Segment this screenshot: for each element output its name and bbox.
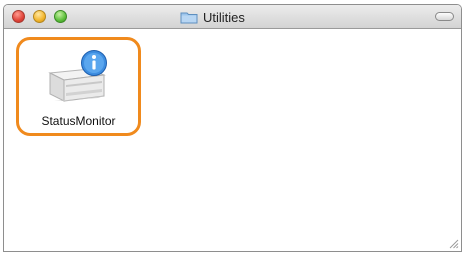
close-button[interactable] (12, 10, 25, 23)
window-title-text: Utilities (203, 9, 245, 25)
folder-icon (180, 12, 198, 23)
file-item-statusmonitor[interactable]: StatusMonitor (16, 37, 141, 136)
minimize-button[interactable] (33, 10, 46, 23)
window-title: Utilities (180, 9, 245, 25)
finder-window: Utilities StatusMonitor (3, 4, 462, 252)
toolbar-toggle-button[interactable] (435, 12, 454, 21)
title-bar[interactable]: Utilities (4, 5, 461, 29)
file-item-label: StatusMonitor (41, 114, 116, 128)
resize-grip-icon[interactable] (448, 238, 459, 249)
printer-info-icon (48, 50, 107, 102)
zoom-button[interactable] (54, 10, 67, 23)
window-content[interactable]: StatusMonitor (4, 29, 461, 251)
